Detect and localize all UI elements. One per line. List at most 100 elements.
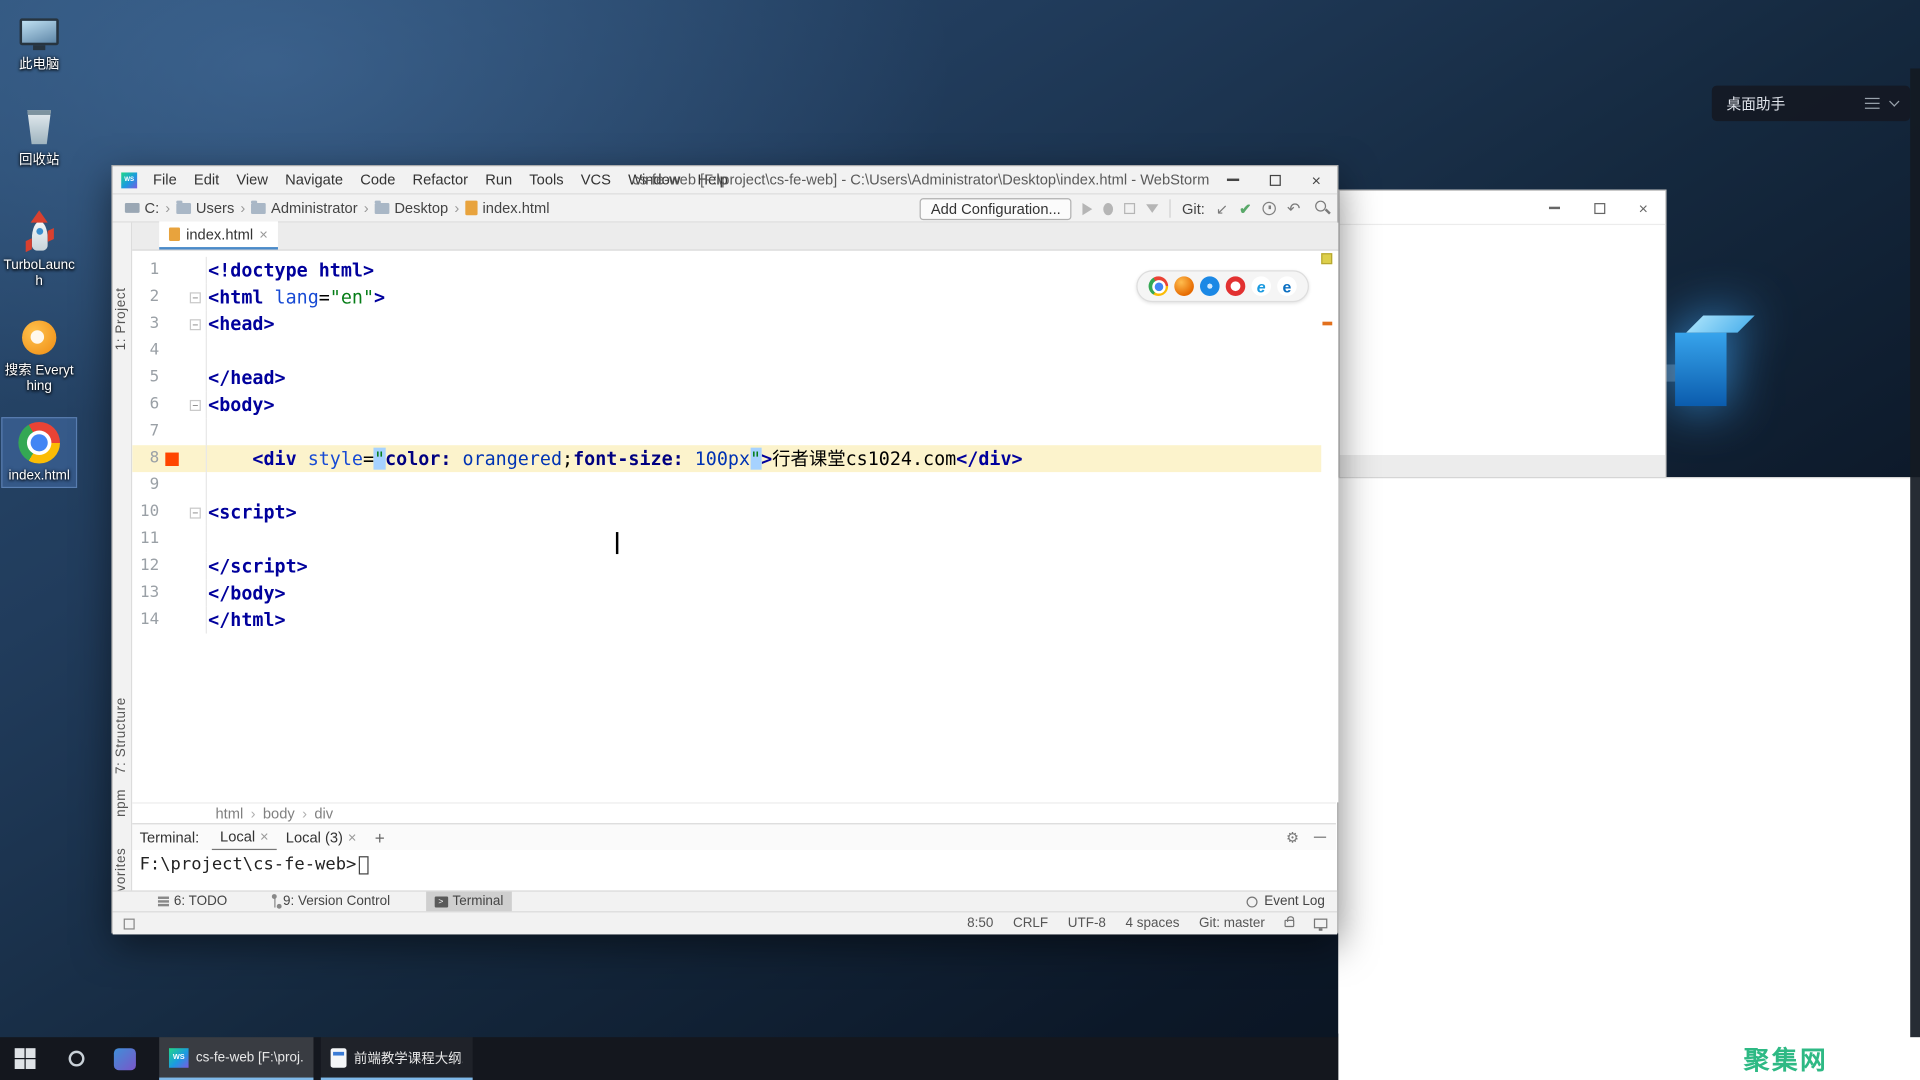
hamburger-menu-icon[interactable] [1865,98,1880,109]
breadcrumb-desktop[interactable]: Desktop [372,199,450,216]
minimize-button[interactable] [1212,166,1254,193]
more-actions-icon[interactable] [1146,204,1158,213]
minimize-icon[interactable] [1314,836,1326,838]
breadcrumb-c[interactable]: C: [122,199,161,216]
coverage-button[interactable] [1124,203,1135,214]
search-everywhere-icon[interactable] [1315,201,1326,212]
pinned-app-button[interactable] [103,1037,147,1080]
close-button[interactable]: × [1635,199,1652,216]
toolwindow-toggle-icon[interactable] [124,918,135,929]
code-line-11[interactable]: 11 [132,526,1321,553]
ie-icon[interactable] [1251,276,1271,296]
close-icon[interactable] [259,226,268,243]
chevron-down-icon[interactable] [1889,96,1899,106]
screen-reader-icon[interactable] [1314,919,1327,929]
firefox-icon[interactable] [1174,276,1194,296]
rollback-icon[interactable]: ↶ [1287,199,1300,219]
fold-marker-icon[interactable] [190,399,201,410]
code-line-5[interactable]: 5</head> [132,364,1321,391]
fold-marker-icon[interactable] [190,319,201,330]
menu-refactor[interactable]: Refactor [404,166,477,194]
safari-icon[interactable] [1200,276,1220,296]
caret-position[interactable]: 8:50 [967,916,993,931]
background-window-titlebar: × [1340,191,1666,225]
gear-icon[interactable]: ⚙ [1286,829,1299,846]
color-preview-chip[interactable] [165,452,178,465]
tool-stripe-project[interactable]: 1: Project [114,287,129,350]
todo-toolwindow-button[interactable]: 6: TODO [149,891,235,912]
new-terminal-icon[interactable]: + [365,827,395,847]
menu-file[interactable]: File [144,166,185,194]
line-ending[interactable]: CRLF [1013,916,1048,931]
code-line-7[interactable]: 7 [132,418,1321,445]
inspection-status-marker[interactable] [1321,253,1332,264]
terminal-tab-local-3[interactable]: Local (3) [277,824,365,851]
git-commit-icon[interactable]: ✔ [1239,200,1251,217]
terminal-tab-local[interactable]: Local [211,824,277,851]
close-icon[interactable] [348,829,357,846]
search-button[interactable] [54,1037,98,1080]
lock-icon[interactable] [1284,920,1294,927]
breadcrumb-users[interactable]: Users [174,199,237,216]
breadcrumb-administrator[interactable]: Administrator [249,199,360,216]
code-text: <!doctype html> [207,257,374,284]
desktop-assistant-pill[interactable]: 桌面助手 [1712,86,1910,121]
debug-button[interactable] [1104,202,1114,214]
close-icon[interactable] [260,827,269,844]
code-line-9[interactable]: 9 [132,472,1321,499]
start-button[interactable] [2,1037,46,1080]
desktop-icon-recycle-bin[interactable]: 回收站 [2,103,75,171]
terminal-toolwindow-button[interactable]: Terminal [426,891,512,912]
indent-setting[interactable]: 4 spaces [1126,916,1180,931]
code-line-14[interactable]: 14</html> [132,607,1321,634]
git-branch[interactable]: Git: master [1199,916,1265,931]
code-line-3[interactable]: 3<head> [132,311,1321,338]
menu-run[interactable]: Run [477,166,521,194]
run-button[interactable] [1083,202,1093,214]
opera-icon[interactable] [1226,276,1246,296]
menu-code[interactable]: Code [352,166,404,194]
git-update-icon[interactable]: ↙ [1216,200,1228,217]
maximize-button[interactable] [1591,199,1608,216]
desktop-icon-index-html[interactable]: index.html [2,418,75,486]
code-line-12[interactable]: 12</script> [132,553,1321,580]
version-control-toolwindow-button[interactable]: 9: Version Control [263,891,399,912]
code-line-13[interactable]: 13</body> [132,580,1321,607]
maximize-button[interactable] [1254,166,1296,193]
history-icon[interactable] [1263,202,1276,215]
terminal-console[interactable]: F:\project\cs-fe-web> [132,850,1336,890]
add-configuration-button[interactable]: Add Configuration... [920,198,1072,220]
desktop-icon-turbolaunch[interactable]: TurboLaunch [2,208,75,292]
desktop-icon-everything[interactable]: 搜索 Everything [2,313,75,397]
element-breadcrumb-div[interactable]: div [312,805,336,822]
folder-icon [251,202,266,213]
code-line-4[interactable]: 4 [132,338,1321,365]
desktop-icon-this-pc[interactable]: 此电脑 [2,7,75,75]
breadcrumb-indexhtml[interactable]: index.html [463,199,552,216]
code-line-10[interactable]: 10<script> [132,499,1321,526]
fold-marker-icon[interactable] [190,292,201,303]
editor-tab-index-html[interactable]: index.html [159,221,277,249]
menu-tools[interactable]: Tools [521,166,572,194]
minimize-button[interactable] [1545,199,1562,216]
menu-view[interactable]: View [228,166,277,194]
element-breadcrumb-body[interactable]: body [260,805,297,822]
chrome-icon[interactable] [1149,276,1169,296]
edge-icon[interactable] [1277,276,1297,296]
close-button[interactable]: × [1296,166,1338,193]
taskbar-button-document[interactable]: 前端教学课程大纲... [321,1037,473,1080]
code-editor[interactable]: 1<!doctype html>2<html lang="en">3<head>… [132,251,1338,803]
tool-stripe-npm[interactable]: npm [114,789,129,817]
event-log-button[interactable]: Event Log [1264,894,1325,909]
menu-navigate[interactable]: Navigate [277,166,352,194]
gutter-slot [159,311,185,338]
scrollbar-warning-mark[interactable] [1322,322,1332,326]
taskbar-button-webstorm[interactable]: cs-fe-web [F:\proj... [159,1037,313,1080]
file-encoding[interactable]: UTF-8 [1068,916,1106,931]
element-breadcrumb-html[interactable]: html [213,805,246,822]
code-line-6[interactable]: 6<body> [132,391,1321,418]
fold-marker-icon[interactable] [190,507,201,518]
tool-stripe-structure[interactable]: 7: Structure [114,697,129,774]
menu-edit[interactable]: Edit [185,166,227,194]
code-line-8[interactable]: 8 <div style="color: orangered;font-size… [132,445,1321,472]
